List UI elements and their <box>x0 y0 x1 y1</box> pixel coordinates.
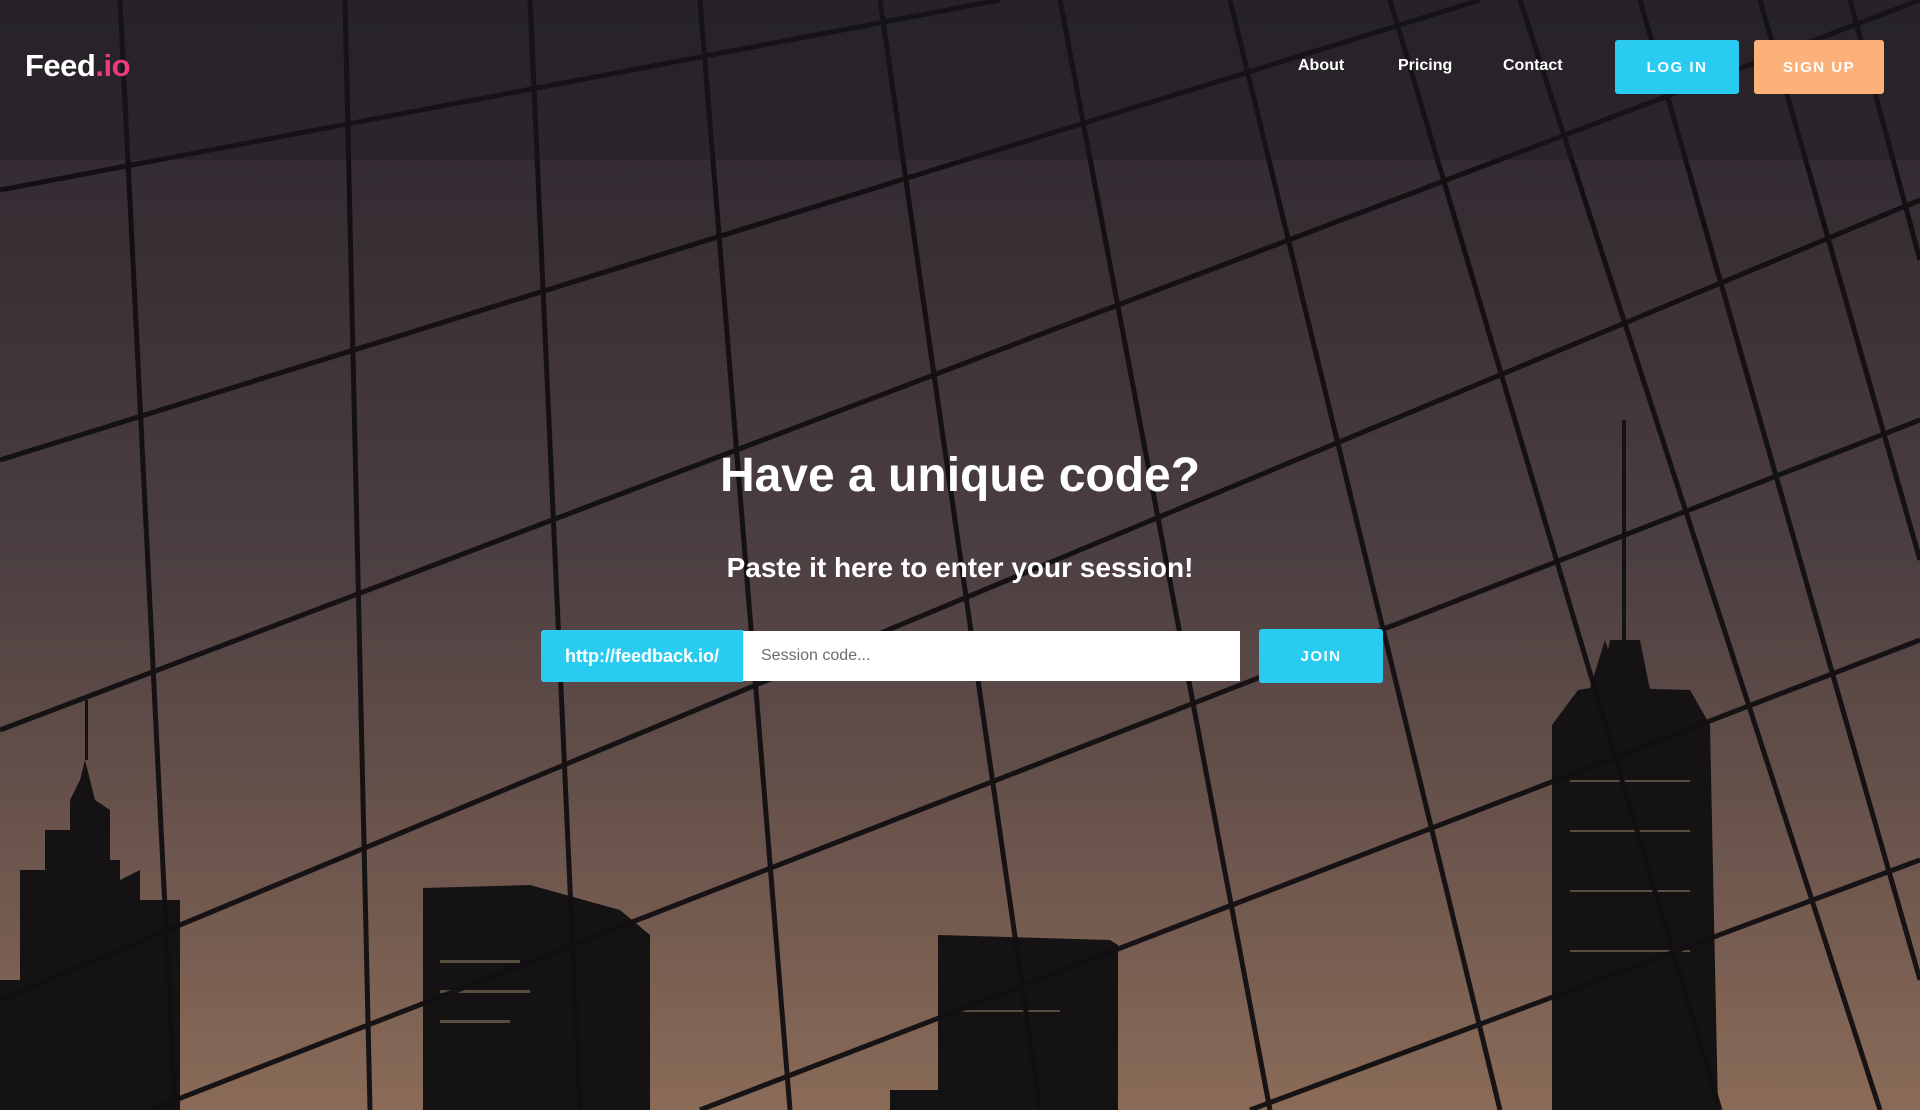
brand-logo[interactable]: Feed.io <box>25 48 131 84</box>
nav-link-pricing[interactable]: Pricing <box>1398 57 1452 75</box>
hero-headline: Have a unique code? <box>719 449 1201 502</box>
landing-page: Feed.io About Pricing Contact LOG IN SIG… <box>0 0 1920 1110</box>
join-button[interactable]: JOIN <box>1259 629 1383 683</box>
brand-name: Feed <box>25 48 96 83</box>
login-button[interactable]: LOG IN <box>1615 40 1739 94</box>
brand-suffix: .io <box>95 48 131 83</box>
nav-link-contact[interactable]: Contact <box>1503 57 1563 75</box>
nav-link-about[interactable]: About <box>1298 57 1344 75</box>
session-code-input[interactable] <box>743 631 1240 681</box>
signup-button[interactable]: SIGN UP <box>1754 40 1884 94</box>
url-prefix-label: http://feedback.io/ <box>541 630 743 682</box>
hero-subheadline: Paste it here to enter your session! <box>726 552 1194 583</box>
